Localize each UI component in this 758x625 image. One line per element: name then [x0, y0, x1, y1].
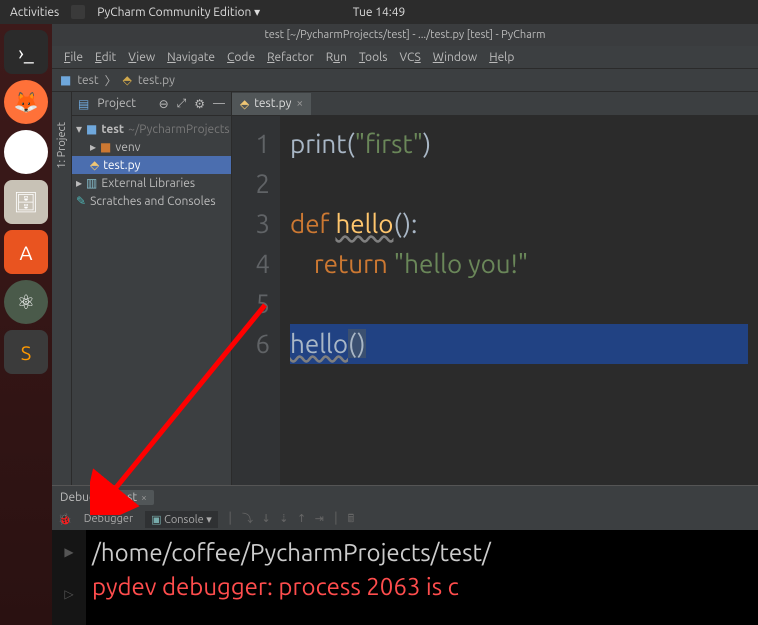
tree-file-selected[interactable]: ⬘ test.py	[72, 156, 231, 174]
menu-file[interactable]: File	[60, 49, 87, 66]
crumb-sep: 〉	[105, 72, 117, 89]
editor-area: ⬘ test.py × 123456 print("first") def he…	[232, 92, 758, 485]
project-header-label[interactable]: Project	[97, 97, 136, 110]
pause-icon[interactable]: ⊘	[64, 620, 74, 625]
menu-bar: File Edit View Navigate Code Refactor Ru…	[52, 46, 758, 68]
step-over-icon[interactable]: ⤵	[239, 513, 256, 525]
project-tool-button[interactable]: 1: Project	[52, 92, 72, 485]
code-editor[interactable]: 123456 print("first") def hello(): retur…	[232, 116, 758, 485]
tree-external-libs[interactable]: ▸ ▥ External Libraries	[72, 174, 231, 192]
menu-navigate[interactable]: Navigate	[163, 49, 219, 66]
clock[interactable]: Tue 14:49	[353, 6, 406, 19]
gnome-topbar: Activities PyCharm Community Edition ▾ T…	[0, 0, 758, 24]
step-into-icon[interactable]: ↓	[258, 513, 273, 525]
menu-tools[interactable]: Tools	[355, 49, 392, 66]
menu-window[interactable]: Window	[429, 49, 481, 66]
console-toolbar: ▶ ▷ ⊘ ⇅	[52, 530, 86, 625]
dock-terminal-icon[interactable]: ›_	[4, 30, 48, 74]
close-icon[interactable]: ×	[296, 97, 303, 110]
stop-icon[interactable]: ▷	[64, 578, 73, 612]
dock-firefox-icon[interactable]: 🦊	[4, 80, 48, 124]
tree-root[interactable]: ▾ ■ test ~/PycharmProjects	[72, 120, 231, 138]
rerun-icon[interactable]: ▶	[64, 536, 73, 570]
tree-scratches[interactable]: ✎ Scratches and Consoles	[72, 192, 231, 210]
console-line-error: pydev debugger: process 2063 is c	[92, 570, 754, 604]
step-out-icon[interactable]: ↑	[294, 513, 309, 525]
separator-icon: │	[329, 513, 342, 525]
menu-vcs[interactable]: VCS	[395, 49, 424, 66]
menu-refactor[interactable]: Refactor	[263, 49, 318, 66]
expand-icon[interactable]: ⤢	[177, 97, 187, 111]
evaluate-icon[interactable]: 🖩	[345, 513, 358, 525]
pycharm-window: test [~/PycharmProjects/test] - .../test…	[52, 24, 758, 625]
crumb-root[interactable]: test	[77, 74, 98, 87]
debugger-tab[interactable]: Debugger	[78, 511, 139, 527]
tab-label: test.py	[254, 97, 291, 110]
run-to-cursor-icon[interactable]: ⇥	[312, 513, 327, 525]
console-icon: ▣	[151, 514, 161, 526]
debug-run-tab[interactable]: test×	[109, 490, 154, 505]
tree-label: External Libraries	[101, 177, 195, 190]
chevron-right-icon: ▸	[76, 176, 82, 190]
separator-icon: │	[224, 513, 237, 525]
code-text[interactable]: print("first") def hello(): return "hell…	[280, 116, 758, 485]
debug-panel: Debug: test× 🐞 Debugger ▣ Console ▾ │ ⤵ …	[52, 485, 758, 625]
menu-edit[interactable]: Edit	[91, 49, 120, 66]
library-icon: ▥	[86, 176, 97, 190]
tree-label: venv	[115, 141, 140, 154]
debug-label: Debug:	[60, 491, 99, 504]
menu-help[interactable]: Help	[485, 49, 518, 66]
scratch-icon: ✎	[76, 194, 86, 208]
dock-chrome-icon[interactable]: ◉	[4, 130, 48, 174]
project-header-icon: ▤	[78, 97, 89, 111]
dock-atom-icon[interactable]: ⚛	[4, 280, 48, 324]
bug-icon[interactable]: 🐞	[58, 513, 72, 526]
dock-store-icon[interactable]: A	[4, 230, 48, 274]
app-icon	[71, 5, 85, 19]
chevron-right-icon: ▸	[90, 140, 96, 154]
python-file-icon: ⬘	[90, 158, 99, 172]
breadcrumb[interactable]: ■ test 〉 ⬘ test.py	[52, 68, 758, 92]
tree-venv[interactable]: ▸ ■ venv	[72, 138, 231, 156]
hide-icon[interactable]: —	[213, 97, 225, 110]
ubuntu-dock: ›_ 🦊 ◉ 🗄 A PC ⚛ S	[0, 24, 52, 625]
activities-button[interactable]: Activities	[10, 6, 59, 19]
collapse-icon[interactable]: ⊖	[159, 97, 169, 111]
window-title: test [~/PycharmProjects/test] - .../test…	[52, 24, 758, 46]
folder-icon: ■	[100, 140, 111, 154]
menu-code[interactable]: Code	[223, 49, 259, 66]
editor-tab[interactable]: ⬘ test.py ×	[232, 93, 311, 115]
chevron-down-icon: ▾	[76, 122, 82, 136]
python-file-icon: ⬘	[123, 73, 132, 87]
console-line: /home/coffee/PycharmProjects/test/	[92, 536, 754, 570]
dropdown-icon[interactable]: ▾	[206, 514, 212, 526]
step-into-my-icon[interactable]: ⇣	[276, 513, 291, 525]
project-pane: ▤ Project ⊖ ⤢ ⚙ — ▾ ■ test ~/PycharmProj…	[72, 92, 232, 485]
menu-view[interactable]: View	[124, 49, 159, 66]
console-tab[interactable]: ▣ Console ▾	[145, 511, 218, 528]
tree-label: test.py	[103, 159, 140, 172]
folder-icon: ■	[60, 73, 71, 87]
tree-root-name: test	[101, 123, 124, 136]
line-gutter: 123456	[232, 116, 280, 485]
tree-root-path: ~/PycharmProjects	[128, 123, 230, 136]
tree-label: Scratches and Consoles	[90, 195, 216, 208]
crumb-file[interactable]: test.py	[138, 74, 175, 87]
menu-run[interactable]: Run	[322, 49, 351, 66]
folder-icon: ■	[86, 122, 97, 136]
close-icon[interactable]: ×	[141, 492, 147, 503]
dock-files-icon[interactable]: 🗄	[4, 180, 48, 224]
python-file-icon: ⬘	[240, 97, 249, 111]
app-menu[interactable]: PyCharm Community Edition ▾	[97, 5, 260, 19]
debug-console[interactable]: ▶ ▷ ⊘ ⇅ /home/coffee/PycharmProjects/tes…	[52, 530, 758, 625]
dock-sublime-icon[interactable]: S	[4, 330, 48, 374]
debug-step-icons: │ ⤵ ↓ ⇣ ↑ ⇥ │ 🖩	[224, 510, 357, 529]
project-tree[interactable]: ▾ ■ test ~/PycharmProjects ▸ ■ venv ⬘ te…	[72, 116, 231, 214]
gear-icon[interactable]: ⚙	[194, 97, 205, 111]
